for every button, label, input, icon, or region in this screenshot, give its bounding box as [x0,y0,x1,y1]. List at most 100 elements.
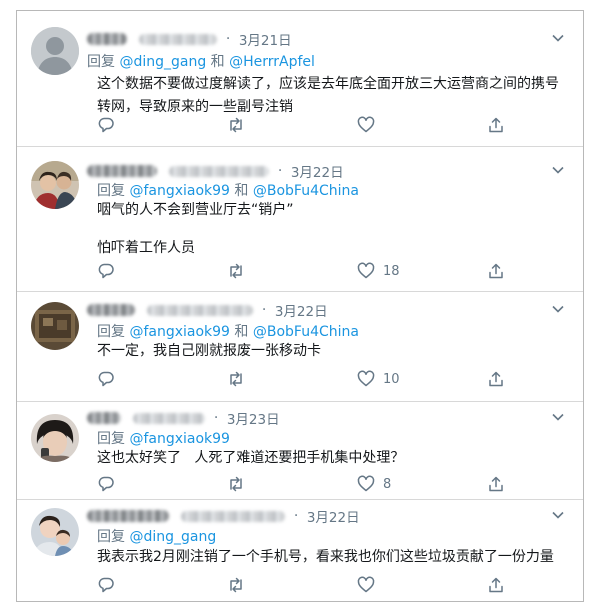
tweet-1[interactable]: · 3月21日 回复 @ding_gang 和 @HerrrApfel 这个数据… [17,11,583,147]
mention-link[interactable]: @fangxiaok99 [129,431,230,447]
share-button[interactable] [487,473,505,495]
like-button[interactable]: 8 [357,473,391,495]
share-button[interactable] [487,114,505,136]
tweet-date[interactable]: 3月22日 [275,304,328,320]
tweet-date[interactable]: 3月22日 [291,165,344,181]
user-handle[interactable] [181,510,286,522]
reply-icon [98,117,114,133]
tweet-header: · 3月22日 [87,300,573,320]
mention-conjunction: 和 [234,324,249,340]
reply-icon [98,371,114,387]
reply-button[interactable] [97,574,115,596]
retweet-button[interactable] [227,260,245,282]
share-button[interactable] [487,574,505,596]
retweet-button[interactable] [227,574,245,596]
chevron-down-icon[interactable] [551,31,565,45]
share-icon [489,577,503,593]
tweet-header: · 3月23日 [87,408,573,428]
like-button[interactable]: 18 [357,260,400,282]
heart-icon [357,370,375,387]
reply-thread: · 3月21日 回复 @ding_gang 和 @HerrrApfel 这个数据… [16,10,584,602]
display-name[interactable] [87,304,135,316]
tweet-date[interactable]: 3月22日 [307,510,360,526]
mention-link[interactable]: @BobFu4China [253,324,359,340]
tweet-4[interactable]: · 3月23日 回复 @fangxiaok99 这也太好笑了 人死了难道还要把手… [17,402,583,500]
retweet-icon [230,476,242,492]
like-button[interactable]: 10 [357,368,400,390]
tweet-text-line: 不一定，我自己刚就报废一张移动卡 [97,343,321,359]
chevron-down-icon[interactable] [551,163,565,177]
avatar[interactable] [31,302,79,350]
like-count: 10 [383,371,400,387]
tweet-text-line: 怕吓着工作人员 [97,240,195,256]
retweet-button[interactable] [227,473,245,495]
retweet-icon [230,117,242,133]
avatar[interactable] [31,414,79,462]
tweet-text-line: 这个数据不要做过度解读了，应该是去年底全面开放三大运营商之间的携号 [97,76,559,92]
reply-icon [98,263,114,279]
tweet-date[interactable]: 3月23日 [227,412,280,428]
mention-link[interactable]: @HerrrApfel [229,54,315,70]
share-icon [489,476,503,492]
reply-button[interactable] [97,368,115,390]
tweet-header: · 3月22日 [87,506,573,526]
avatar[interactable] [31,161,79,209]
tweet-3[interactable]: · 3月22日 回复 @fangxiaok99 和 @BobFu4China 不… [17,292,583,402]
reply-button[interactable] [97,114,115,136]
user-handle[interactable] [147,304,254,316]
avatar[interactable] [31,508,79,556]
chevron-down-icon[interactable] [551,302,565,316]
display-name[interactable] [87,165,157,177]
mention-link[interactable]: @fangxiaok99 [129,183,230,199]
user-photo-icon [31,302,79,350]
tweet-text: 我表示我2月刚注销了一个手机号，看来我也你们这些垃圾贡献了一份力量 [97,546,577,569]
mention-conjunction: 和 [234,183,249,199]
share-icon [489,263,503,279]
display-name[interactable] [87,510,169,522]
tweet-actions: 8 [97,473,517,495]
chevron-down-icon[interactable] [551,410,565,424]
user-photo-icon [31,508,79,556]
mention-conjunction: 和 [210,54,225,70]
separator-dot: · [225,31,231,47]
tweet-text-line: 这也太好笑了 人死了难道还要把手机集中处理？ [97,450,405,466]
chevron-down-icon[interactable] [551,508,565,522]
mention-link[interactable]: @ding_gang [129,529,216,545]
user-handle[interactable] [133,412,206,424]
reply-button[interactable] [97,473,115,495]
mention-link[interactable]: @ding_gang [119,54,206,70]
share-button[interactable] [487,260,505,282]
reply-to-line: 回复 @fangxiaok99 和 @BobFu4China [97,180,359,200]
display-name[interactable] [87,412,121,424]
display-name[interactable] [87,33,127,45]
mention-link[interactable]: @fangxiaok99 [129,324,230,340]
like-button[interactable] [357,574,383,596]
user-handle[interactable] [169,165,270,177]
reply-to-line: 回复 @ding_gang 和 @HerrrApfel [87,51,315,71]
retweet-button[interactable] [227,368,245,390]
tweet-text: 咽气的人不会到营业厅去“销户” 怕吓着工作人员 [97,201,565,258]
tweet-text-line: 咽气的人不会到营业厅去“销户” [97,202,294,218]
reply-prefix: 回复 [97,431,125,447]
mention-link[interactable]: @BobFu4China [253,183,359,199]
user-handle[interactable] [139,33,218,45]
separator-dot: · [213,410,219,426]
avatar[interactable] [31,27,79,75]
like-count: 8 [383,476,392,492]
share-icon [489,371,503,387]
share-button[interactable] [487,368,505,390]
reply-prefix: 回复 [97,324,125,340]
tweet-actions: 10 [97,368,517,390]
heart-icon [357,262,375,279]
share-icon [489,117,503,133]
tweet-text: 这个数据不要做过度解读了，应该是去年底全面开放三大运营商之间的携号 转网，导致原… [97,73,565,119]
retweet-button[interactable] [227,114,245,136]
tweet-2[interactable]: · 3月22日 回复 @fangxiaok99 和 @BobFu4China 咽… [17,147,583,292]
reply-button[interactable] [97,260,115,282]
like-button[interactable] [357,114,383,136]
tweet-text-line: 我表示我2月刚注销了一个手机号，看来我也你们这些垃圾贡献了一份力量 [97,549,554,565]
reply-icon [98,577,114,593]
tweet-date[interactable]: 3月21日 [239,33,292,49]
tweet-actions [97,574,517,596]
tweet-5[interactable]: · 3月22日 回复 @ding_gang 我表示我2月刚注销了一个手机号，看来… [17,500,583,601]
